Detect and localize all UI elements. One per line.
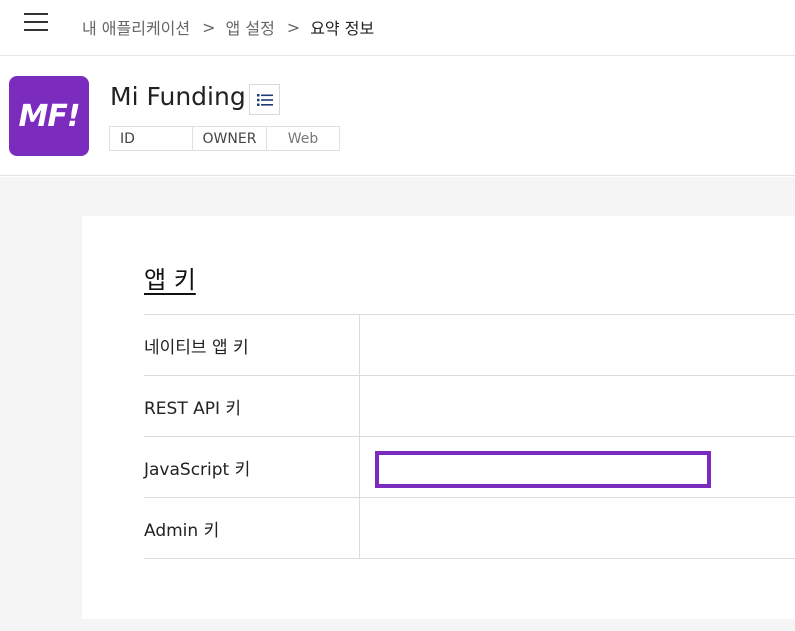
app-logo: MF!	[9, 76, 89, 156]
app-logo-text: MF!	[18, 98, 80, 134]
javascript-key-highlight	[375, 451, 711, 488]
key-value[interactable]	[360, 315, 795, 375]
key-value[interactable]	[360, 498, 795, 558]
key-label: Admin 키	[144, 498, 360, 558]
app-keys-card: 앱 키 네이티브 앱 키 REST API 키 JavaScript 키 Adm…	[82, 216, 795, 619]
app-keys-table: 네이티브 앱 키 REST API 키 JavaScript 키 Admin 키	[144, 314, 795, 559]
app-header: MF! Mi Funding ID OWNER Web	[0, 56, 795, 176]
breadcrumb-separator: >	[202, 17, 216, 37]
key-value[interactable]	[360, 437, 795, 497]
breadcrumb-my-applications[interactable]: 내 애플리케이션	[82, 15, 190, 39]
app-tags: ID OWNER Web	[109, 126, 340, 151]
list-icon	[257, 94, 273, 106]
hamburger-menu-icon[interactable]	[24, 13, 48, 33]
key-label: JavaScript 키	[144, 437, 360, 497]
tag-platform: Web	[266, 126, 340, 151]
top-bar: 내 애플리케이션 > 앱 설정 > 요약 정보	[0, 0, 795, 56]
key-label: 네이티브 앱 키	[144, 315, 360, 375]
app-list-button[interactable]	[249, 84, 280, 115]
tag-id: ID	[109, 126, 193, 151]
breadcrumb: 내 애플리케이션 > 앱 설정 > 요약 정보	[82, 15, 374, 39]
app-keys-title: 앱 키	[144, 266, 196, 294]
breadcrumb-app-settings[interactable]: 앱 설정	[226, 15, 275, 39]
key-row-rest-api: REST API 키	[144, 376, 795, 437]
key-label: REST API 키	[144, 376, 360, 436]
key-row-native: 네이티브 앱 키	[144, 315, 795, 376]
key-value[interactable]	[360, 376, 795, 436]
breadcrumb-current-summary: 요약 정보	[310, 19, 375, 38]
key-row-javascript: JavaScript 키	[144, 437, 795, 498]
breadcrumb-separator: >	[286, 17, 301, 37]
key-row-admin: Admin 키	[144, 498, 795, 559]
app-name: Mi Funding	[110, 82, 246, 111]
tag-owner: OWNER	[192, 126, 267, 151]
